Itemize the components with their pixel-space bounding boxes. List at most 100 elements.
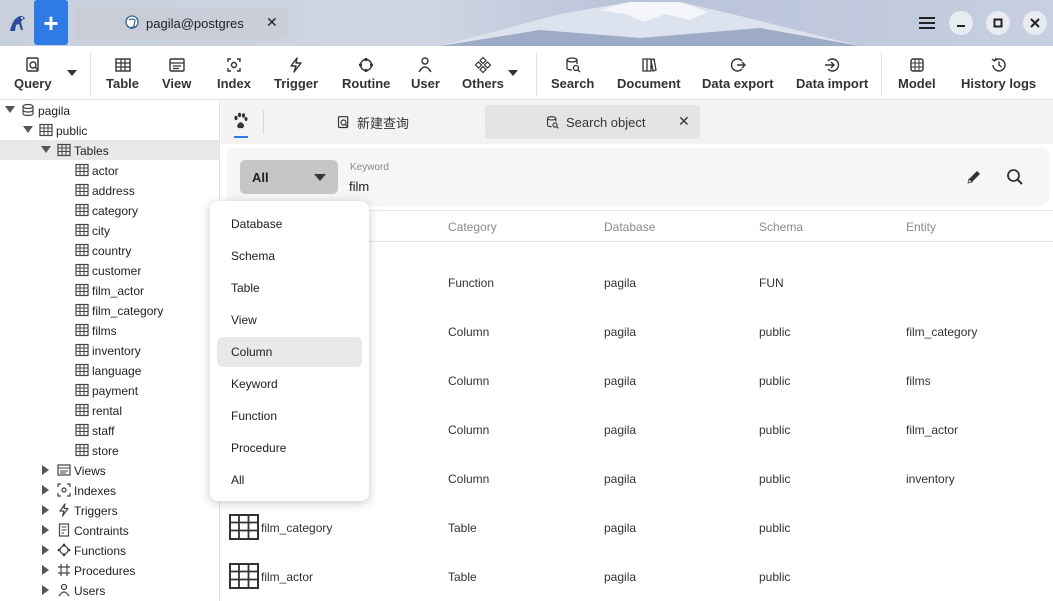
chevron-right-icon[interactable] bbox=[42, 465, 49, 475]
maximize-icon[interactable] bbox=[986, 11, 1010, 35]
scope-option[interactable]: Column bbox=[217, 337, 362, 367]
user-button[interactable]: User bbox=[411, 56, 440, 96]
tree-tables-folder[interactable]: Tables bbox=[0, 140, 219, 160]
column-header-category[interactable]: Category bbox=[448, 220, 497, 234]
model-button[interactable]: Model bbox=[898, 56, 936, 96]
tree-table-item[interactable]: actor bbox=[0, 160, 219, 180]
index-icon bbox=[227, 58, 241, 72]
chevron-down-icon[interactable] bbox=[5, 106, 15, 113]
tree-table-label: country bbox=[92, 244, 132, 258]
table-icon bbox=[75, 343, 89, 357]
tree-folder-item[interactable]: Functions bbox=[0, 540, 219, 560]
view-button[interactable]: View bbox=[162, 56, 191, 96]
cell-category: Table bbox=[448, 521, 477, 535]
tree-table-item[interactable]: store bbox=[0, 440, 219, 460]
query-dropdown-icon[interactable] bbox=[67, 70, 77, 76]
tree-table-label: films bbox=[92, 324, 117, 338]
tree-table-item[interactable]: rental bbox=[0, 400, 219, 420]
scope-option-label: Keyword bbox=[231, 377, 278, 391]
scope-option-label: All bbox=[231, 473, 245, 487]
search-button[interactable]: Search bbox=[551, 56, 594, 96]
tree-table-item[interactable]: category bbox=[0, 200, 219, 220]
others-button[interactable]: Others bbox=[462, 56, 504, 96]
tree-table-item[interactable]: language bbox=[0, 360, 219, 380]
chevron-right-icon[interactable] bbox=[42, 485, 49, 495]
data-import-button[interactable]: Data import bbox=[796, 56, 868, 96]
document-button[interactable]: Document bbox=[617, 56, 681, 96]
cell-database: pagila bbox=[604, 472, 637, 486]
query-button[interactable]: Query bbox=[14, 56, 52, 96]
chevron-down-icon[interactable] bbox=[41, 146, 51, 153]
close-tab-icon[interactable]: ✕ bbox=[266, 14, 278, 31]
search-db-icon bbox=[566, 57, 581, 73]
table-row[interactable]: film_actor Table pagila public bbox=[221, 552, 1053, 601]
scope-option[interactable]: Procedure bbox=[217, 433, 362, 463]
tree-database[interactable]: pagila bbox=[0, 100, 219, 120]
tree-table-item[interactable]: film_actor bbox=[0, 280, 219, 300]
new-connection-button[interactable]: + bbox=[34, 0, 68, 45]
tree-table-item[interactable]: address bbox=[0, 180, 219, 200]
pawprint-icon bbox=[234, 112, 248, 129]
column-header-entity[interactable]: Entity bbox=[906, 220, 936, 234]
model-label: Model bbox=[898, 76, 936, 91]
tree-table-item[interactable]: inventory bbox=[0, 340, 219, 360]
tree-table-item[interactable]: film_category bbox=[0, 300, 219, 320]
routine-button[interactable]: Routine bbox=[342, 56, 390, 96]
chevron-right-icon[interactable] bbox=[42, 505, 49, 515]
connection-tab[interactable]: pagila@postgres ✕ bbox=[74, 7, 288, 39]
chevron-right-icon[interactable] bbox=[42, 525, 49, 535]
tab-new-query[interactable]: 新建查询 bbox=[336, 113, 409, 132]
table-icon bbox=[75, 403, 89, 417]
search-icon[interactable] bbox=[1006, 168, 1024, 186]
column-header-schema[interactable]: Schema bbox=[759, 220, 803, 234]
tab-search-object[interactable]: Search object ✕ bbox=[485, 105, 700, 139]
table-button[interactable]: Table bbox=[106, 56, 139, 96]
tree-folder-item[interactable]: Triggers bbox=[0, 500, 219, 520]
tree-table-item[interactable]: customer bbox=[0, 260, 219, 280]
scope-option[interactable]: Schema bbox=[217, 241, 362, 271]
tree-folder-item[interactable]: Procedures bbox=[0, 560, 219, 580]
tree-table-item[interactable]: staff bbox=[0, 420, 219, 440]
table-row[interactable]: film_category Table pagila public bbox=[221, 503, 1053, 552]
close-window-icon[interactable] bbox=[1023, 11, 1047, 35]
column-header-database[interactable]: Database bbox=[604, 220, 655, 234]
index-button[interactable]: Index bbox=[217, 56, 251, 96]
data-export-button[interactable]: Data export bbox=[702, 56, 774, 96]
scope-option[interactable]: Database bbox=[217, 209, 362, 239]
minimize-icon[interactable] bbox=[949, 11, 973, 35]
chevron-right-icon[interactable] bbox=[42, 565, 49, 575]
scope-option[interactable]: Table bbox=[217, 273, 362, 303]
trigger-button[interactable]: Trigger bbox=[274, 56, 318, 96]
tree-table-item[interactable]: city bbox=[0, 220, 219, 240]
scope-option[interactable]: Function bbox=[217, 401, 362, 431]
tree-folder-item[interactable]: Views bbox=[0, 460, 219, 480]
tree-schema[interactable]: public bbox=[0, 120, 219, 140]
search-bar: All Keyword bbox=[227, 148, 1049, 206]
tree-table-item[interactable]: payment bbox=[0, 380, 219, 400]
close-tab-icon[interactable]: ✕ bbox=[678, 113, 690, 130]
tree-table-item[interactable]: films bbox=[0, 320, 219, 340]
chevron-right-icon[interactable] bbox=[42, 545, 49, 555]
function-icon bbox=[57, 543, 71, 557]
chevron-down-icon[interactable] bbox=[23, 126, 33, 133]
table-icon bbox=[75, 163, 89, 177]
history-logs-button[interactable]: History logs bbox=[961, 56, 1036, 96]
scope-select[interactable]: All bbox=[240, 160, 338, 194]
tab-home[interactable] bbox=[233, 112, 253, 138]
chevron-right-icon[interactable] bbox=[42, 585, 49, 595]
pencil-icon[interactable] bbox=[965, 168, 983, 186]
others-dropdown-icon[interactable] bbox=[508, 70, 518, 76]
keyword-input[interactable] bbox=[349, 177, 849, 195]
scope-option[interactable]: View bbox=[217, 305, 362, 335]
database-icon bbox=[21, 103, 35, 117]
menu-icon[interactable] bbox=[915, 11, 939, 35]
cell-database: pagila bbox=[604, 570, 637, 584]
scope-option[interactable]: Keyword bbox=[217, 369, 362, 399]
scope-option[interactable]: All bbox=[217, 465, 362, 495]
tree-folder-item[interactable]: Indexes bbox=[0, 480, 219, 500]
tree-folder-item[interactable]: Users bbox=[0, 580, 219, 600]
connection-tab-label: pagila@postgres bbox=[146, 16, 244, 31]
tree-table-item[interactable]: country bbox=[0, 240, 219, 260]
tree-folder-item[interactable]: Contraints bbox=[0, 520, 219, 540]
tab-divider bbox=[263, 110, 264, 134]
